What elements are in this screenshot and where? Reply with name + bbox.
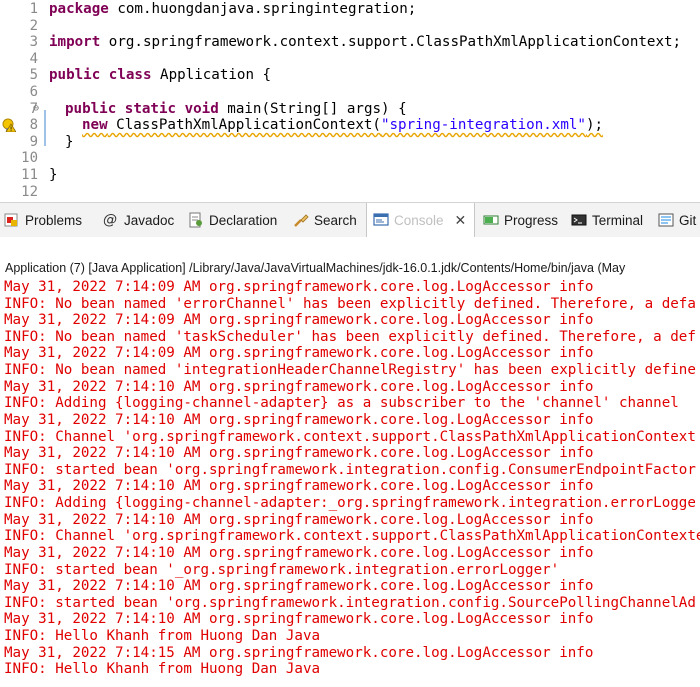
code-text: com.huongdanjava.springintegration; [108,1,417,17]
code-text: org.springframework.context.support.Clas… [100,34,682,51]
tab-progress[interactable]: Progress [483,203,558,237]
console-line: INFO: Adding {logging-channel-adapter:_o… [4,495,696,512]
line-number: 3 [29,34,38,51]
tab-label: Git [679,212,697,228]
fold-toggle-icon[interactable]: ⊖ [33,101,39,118]
console-line: May 31, 2022 7:14:10 AM org.springframew… [4,511,594,528]
console-line: INFO: Channel 'org.springframework.conte… [4,428,696,445]
console-line: May 31, 2022 7:14:10 AM org.springframew… [4,544,594,561]
terminal-icon [571,214,587,226]
keyword: new [82,117,108,134]
console-line: May 31, 2022 7:14:10 AM org.springframew… [4,445,594,462]
line-number: 8 [29,117,38,134]
code-text: ClassPathXmlApplicationContext( [107,117,381,134]
console-line: May 31, 2022 7:14:10 AM org.springframew… [4,578,594,595]
tab-console[interactable]: Console ✕ [366,203,475,237]
keyword: static [124,100,177,117]
tab-label: Progress [504,212,559,228]
console-line: INFO: started bean '_org.springframework… [4,561,560,578]
console-line: INFO: Adding {logging-channel-adapter} a… [4,395,679,412]
console-line: May 31, 2022 7:14:10 AM org.springframew… [4,478,594,495]
tab-label: Terminal [592,212,644,228]
console-line: INFO: Hello Khanh from Huong Dan Java [4,661,321,678]
line-number: 2 [29,17,38,34]
console-line: May 31, 2022 7:14:15 AM org.springframew… [4,644,594,661]
console-line: May 31, 2022 7:14:10 AM org.springframew… [4,411,594,428]
keyword: public [65,100,117,117]
console-output[interactable]: Application (7) [Java Application] /Libr… [0,237,700,687]
editor-line-12: 12 [0,184,700,201]
tab-git[interactable]: Git [658,203,696,237]
editor-line-3: 3 import org.springframework.context.sup… [0,34,700,51]
line-number: 1 [29,1,38,17]
console-line: INFO: No bean named 'integrationHeaderCh… [4,362,696,379]
tab-javadoc[interactable]: @ Javadoc [103,203,174,237]
console-line: INFO: No bean named 'taskScheduler' has … [4,328,696,345]
editor-line-4: 4 [0,51,700,68]
view-tab-bar: Problems @ Javadoc Declaration Search Co… [0,202,700,238]
javadoc-icon: @ [103,212,117,228]
git-icon [658,213,674,227]
editor-line-8: 8 new ClassPathXmlApplicationContext("sp… [0,117,700,134]
string-literal: "spring-integration.xml" [380,117,586,134]
editor-line-1: 1 package com.huongdanjava.springintegra… [0,1,700,18]
tab-label: Declaration [209,212,278,228]
console-line: May 31, 2022 7:14:09 AM org.springframew… [4,312,594,329]
tab-label: Problems [25,212,83,228]
declaration-icon [189,212,202,228]
close-icon[interactable]: ✕ [455,212,467,229]
code-text: } [49,167,58,183]
console-line: May 31, 2022 7:14:09 AM org.springframew… [4,345,594,362]
editor-line-5: 5 public class Application { [0,67,700,84]
keyword: package [49,1,109,17]
tab-problems[interactable]: Problems [4,203,82,237]
keyword: import [49,34,101,51]
search-icon [294,214,309,227]
code-text: } [65,133,74,150]
keyword: void [184,100,219,117]
console-line: INFO: started bean 'org.springframework.… [4,594,696,611]
tab-search[interactable]: Search [293,203,357,237]
line-number: 6 [29,84,38,100]
line-number: 4 [29,50,38,67]
console-line: INFO: started bean 'org.springframework.… [4,461,696,478]
code-text: ); [585,117,604,134]
tab-declaration[interactable]: Declaration [188,203,277,237]
progress-icon [483,215,499,225]
keyword: class [108,67,152,84]
editor-line-6: 6 [0,84,700,101]
editor-line-10: 10 [0,150,700,167]
line-number: 11 [21,167,38,183]
line-number: 10 [21,150,38,167]
code-text: main(String[] args) { [218,100,407,117]
keyword: public [49,67,101,84]
console-line: INFO: Hello Khanh from Huong Dan Java [4,628,321,645]
editor-line-9: 9 } [0,134,700,151]
console-process-label: Application (7) [Java Application] /Libr… [5,261,626,275]
code-editor[interactable]: 1 package com.huongdanjava.springintegra… [0,0,700,200]
line-number: 12 [21,183,38,200]
line-number: 9 [29,133,38,150]
tab-label: Javadoc [124,212,175,228]
console-line: INFO: Channel 'org.springframework.conte… [4,528,700,545]
tab-label: Search [314,212,357,228]
console-line: INFO: No bean named 'errorChannel' has b… [4,295,696,312]
editor-line-7: 7 ⊖ public static void main(String[] arg… [0,101,700,118]
console-line: May 31, 2022 7:14:09 AM org.springframew… [4,279,594,295]
problems-icon [4,213,18,227]
console-icon [373,213,389,226]
editor-line-2: 2 [0,18,700,35]
code-text: Application { [151,67,272,84]
console-line: May 31, 2022 7:14:10 AM org.springframew… [4,378,594,395]
line-number: 5 [29,67,38,84]
tab-terminal[interactable]: Terminal [571,203,643,237]
console-line: May 31, 2022 7:14:10 AM org.springframew… [4,611,594,628]
tab-label: Console [394,212,444,228]
editor-line-11: 11 } [0,167,700,184]
